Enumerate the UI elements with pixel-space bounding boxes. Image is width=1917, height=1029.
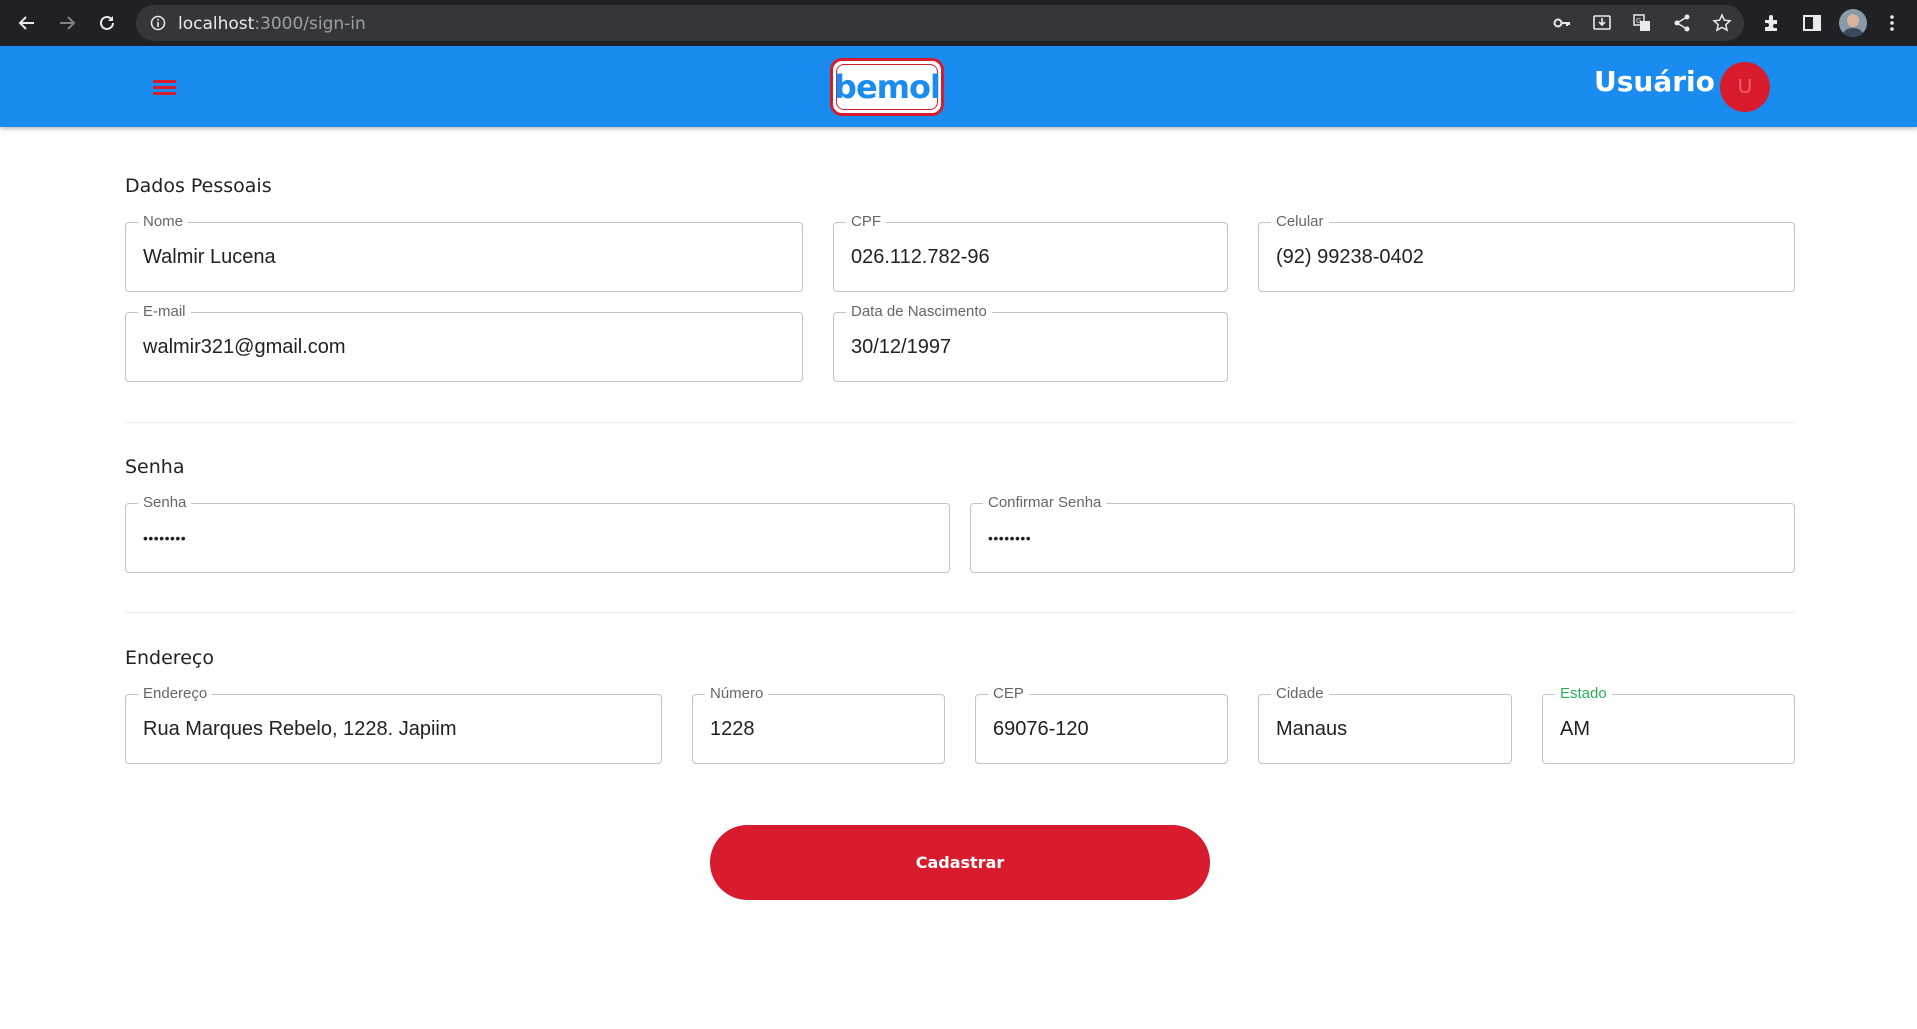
senha-field[interactable]: Senha •••••••• bbox=[125, 494, 950, 573]
estado-value: AM bbox=[1560, 718, 1590, 740]
cpf-value: 026.112.782-96 bbox=[851, 246, 990, 268]
section-title-personal: Dados Pessoais bbox=[125, 175, 272, 197]
nascimento-label: Data de Nascimento bbox=[846, 303, 992, 321]
section-title-password: Senha bbox=[125, 456, 185, 478]
celular-field[interactable]: Celular (92) 99238-0402 bbox=[1258, 213, 1795, 292]
email-field[interactable]: E-mail walmir321@gmail.com bbox=[125, 303, 803, 382]
celular-value: (92) 99238-0402 bbox=[1276, 246, 1424, 268]
numero-value: 1228 bbox=[710, 718, 755, 740]
cep-field[interactable]: CEP 69076-120 bbox=[975, 685, 1228, 764]
user-avatar[interactable]: U bbox=[1720, 62, 1770, 112]
senha-value: •••••••• bbox=[143, 530, 187, 546]
cidade-field[interactable]: Cidade Manaus bbox=[1258, 685, 1512, 764]
share-icon[interactable] bbox=[1672, 13, 1692, 33]
url-host: localhost bbox=[178, 14, 255, 34]
section-divider bbox=[125, 422, 1795, 423]
section-divider bbox=[125, 612, 1795, 613]
forward-icon[interactable] bbox=[53, 9, 81, 37]
cadastrar-button[interactable]: Cadastrar bbox=[710, 825, 1210, 900]
section-title-address: Endereço bbox=[125, 647, 214, 669]
cpf-label: CPF bbox=[846, 213, 886, 231]
numero-field[interactable]: Número 1228 bbox=[692, 685, 945, 764]
email-value: walmir321@gmail.com bbox=[143, 336, 346, 358]
address-bar[interactable]: localhost:3000/sign-in G bbox=[136, 5, 1744, 41]
nascimento-field[interactable]: Data de Nascimento 30/12/1997 bbox=[833, 303, 1228, 382]
nome-field[interactable]: Nome Walmir Lucena bbox=[125, 213, 803, 292]
app-header: bemol Usuário U bbox=[0, 46, 1917, 127]
email-label: E-mail bbox=[138, 303, 191, 321]
extensions-icon[interactable] bbox=[1760, 11, 1784, 35]
numero-label: Número bbox=[705, 685, 769, 703]
nascimento-value: 30/12/1997 bbox=[851, 336, 952, 358]
side-panel-icon[interactable] bbox=[1800, 11, 1824, 35]
confirmar-senha-label: Confirmar Senha bbox=[983, 494, 1107, 512]
endereco-field[interactable]: Endereço Rua Marques Rebelo, 1228. Japii… bbox=[125, 685, 662, 764]
translate-icon[interactable]: G bbox=[1632, 13, 1652, 33]
confirmar-senha-field[interactable]: Confirmar Senha •••••••• bbox=[970, 494, 1795, 573]
endereco-label: Endereço bbox=[138, 685, 213, 703]
back-icon[interactable] bbox=[13, 9, 41, 37]
senha-label: Senha bbox=[138, 494, 192, 512]
cpf-field[interactable]: CPF 026.112.782-96 bbox=[833, 213, 1228, 292]
chrome-menu-icon[interactable] bbox=[1880, 11, 1904, 35]
logo-text: bemol bbox=[834, 68, 941, 106]
install-icon[interactable] bbox=[1592, 13, 1612, 33]
hamburger-menu-icon[interactable] bbox=[150, 74, 180, 100]
svg-text:G: G bbox=[1636, 17, 1641, 25]
nome-label: Nome bbox=[138, 213, 189, 231]
user-label: Usuário bbox=[1594, 65, 1715, 98]
reload-icon[interactable] bbox=[93, 9, 121, 37]
estado-label: Estado bbox=[1555, 685, 1612, 703]
browser-toolbar: localhost:3000/sign-in G bbox=[0, 0, 1917, 46]
celular-label: Celular bbox=[1271, 213, 1329, 231]
bemol-logo[interactable]: bemol bbox=[830, 58, 944, 116]
estado-field[interactable]: Estado AM bbox=[1542, 685, 1795, 764]
key-icon[interactable] bbox=[1552, 13, 1572, 33]
confirmar-senha-value: •••••••• bbox=[988, 530, 1032, 546]
cidade-label: Cidade bbox=[1271, 685, 1329, 703]
endereco-value: Rua Marques Rebelo, 1228. Japiim bbox=[143, 718, 457, 740]
url-path: :3000/sign-in bbox=[254, 14, 366, 34]
bookmark-star-icon[interactable] bbox=[1712, 13, 1732, 33]
profile-avatar[interactable] bbox=[1839, 9, 1867, 37]
nome-value: Walmir Lucena bbox=[143, 246, 276, 268]
url-text: localhost:3000/sign-in bbox=[178, 14, 366, 34]
cidade-value: Manaus bbox=[1276, 718, 1348, 740]
cep-label: CEP bbox=[988, 685, 1029, 703]
site-info-icon[interactable] bbox=[150, 15, 166, 36]
cep-value: 69076-120 bbox=[993, 718, 1089, 740]
